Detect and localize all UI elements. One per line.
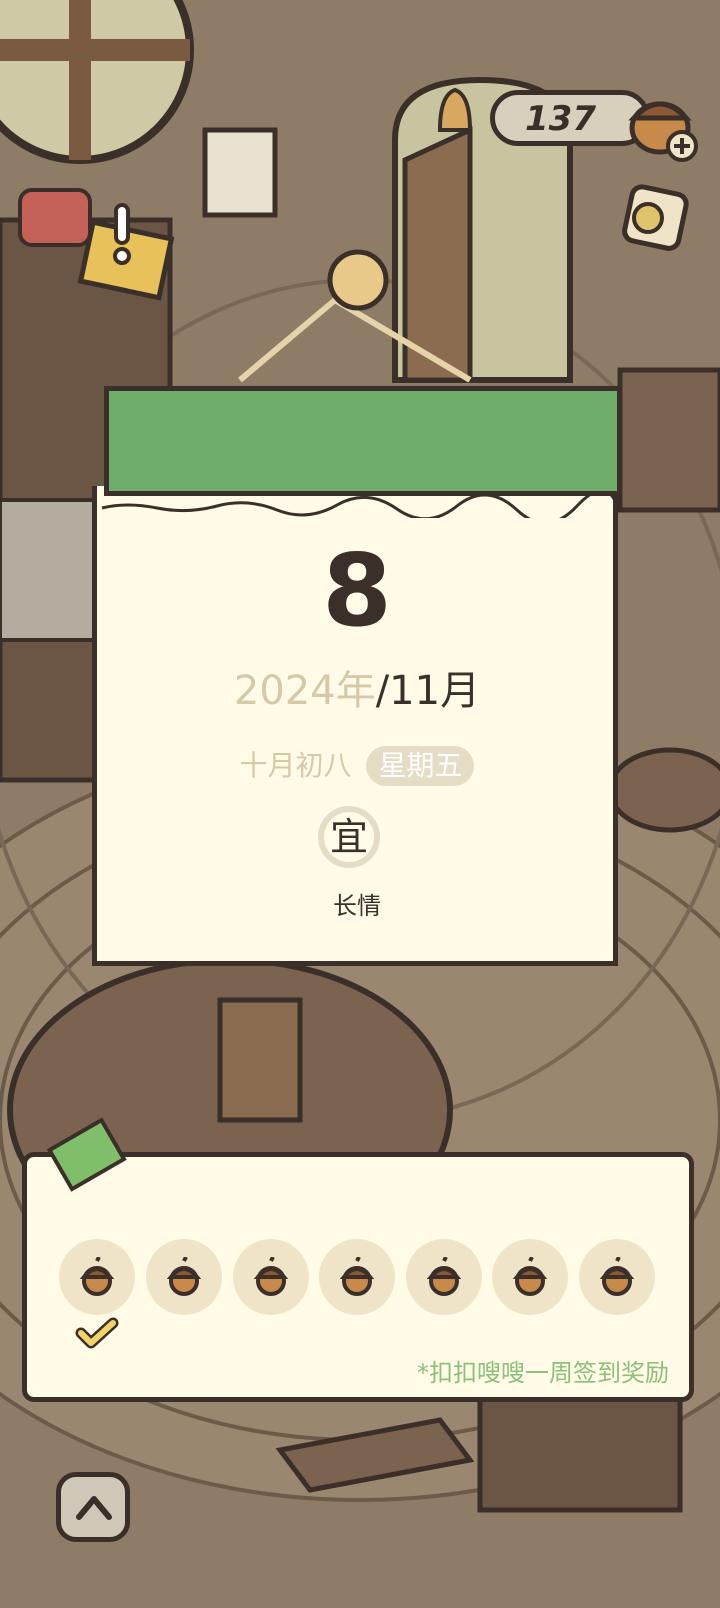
acorn-icon — [253, 1257, 289, 1296]
yi-label: 宜 — [318, 806, 380, 868]
reward-slot — [406, 1239, 482, 1315]
reward-slot — [233, 1239, 309, 1315]
chevron-up-icon — [76, 1496, 112, 1520]
acorn-icon — [599, 1257, 635, 1296]
month-text: /11月 — [375, 668, 481, 714]
weekly-reward-panel: *扣扣嗖嗖一周签到奖励 — [22, 1117, 694, 1402]
acorn-icon — [166, 1257, 202, 1296]
year-month: 2024年/11月 — [92, 666, 622, 716]
weekday-badge: 星期五 — [366, 746, 475, 786]
reward-slot — [59, 1239, 135, 1315]
reward-caption: *扣扣嗖嗖一周签到奖励 — [417, 1359, 669, 1387]
collapse-up-button[interactable] — [56, 1472, 130, 1542]
lunar-date: 十月初八 — [239, 749, 352, 782]
postcard-alert-icon[interactable] — [76, 200, 186, 310]
acorn-count: 137 — [525, 99, 596, 139]
acorn-icon — [512, 1257, 548, 1296]
lunar-row: 十月初八 星期五 — [92, 746, 622, 786]
calendar-header — [104, 386, 622, 496]
reward-slot — [579, 1239, 655, 1315]
mug-icon[interactable] — [618, 180, 698, 260]
check-icon — [75, 1317, 119, 1349]
ticket-icon — [47, 1117, 127, 1192]
day-number: 8 — [322, 532, 392, 649]
acorn-shop-icon[interactable] — [622, 78, 702, 168]
reward-slot — [492, 1239, 568, 1315]
game-screen: 137 8 2024年/11月 十月初八 星期五 宜 长情 *扣扣嗖嗖一周签到奖… — [0, 0, 720, 1608]
reward-slot — [146, 1239, 222, 1315]
reward-slot — [319, 1239, 395, 1315]
acorn-icon — [79, 1257, 115, 1296]
daily-calendar[interactable]: 8 2024年/11月 十月初八 星期五 宜 长情 — [92, 386, 622, 968]
acorn-icon — [339, 1257, 375, 1296]
year-text: 2024年 — [233, 668, 376, 714]
yi-activity: 长情 — [333, 892, 381, 920]
acorn-icon — [426, 1257, 462, 1296]
